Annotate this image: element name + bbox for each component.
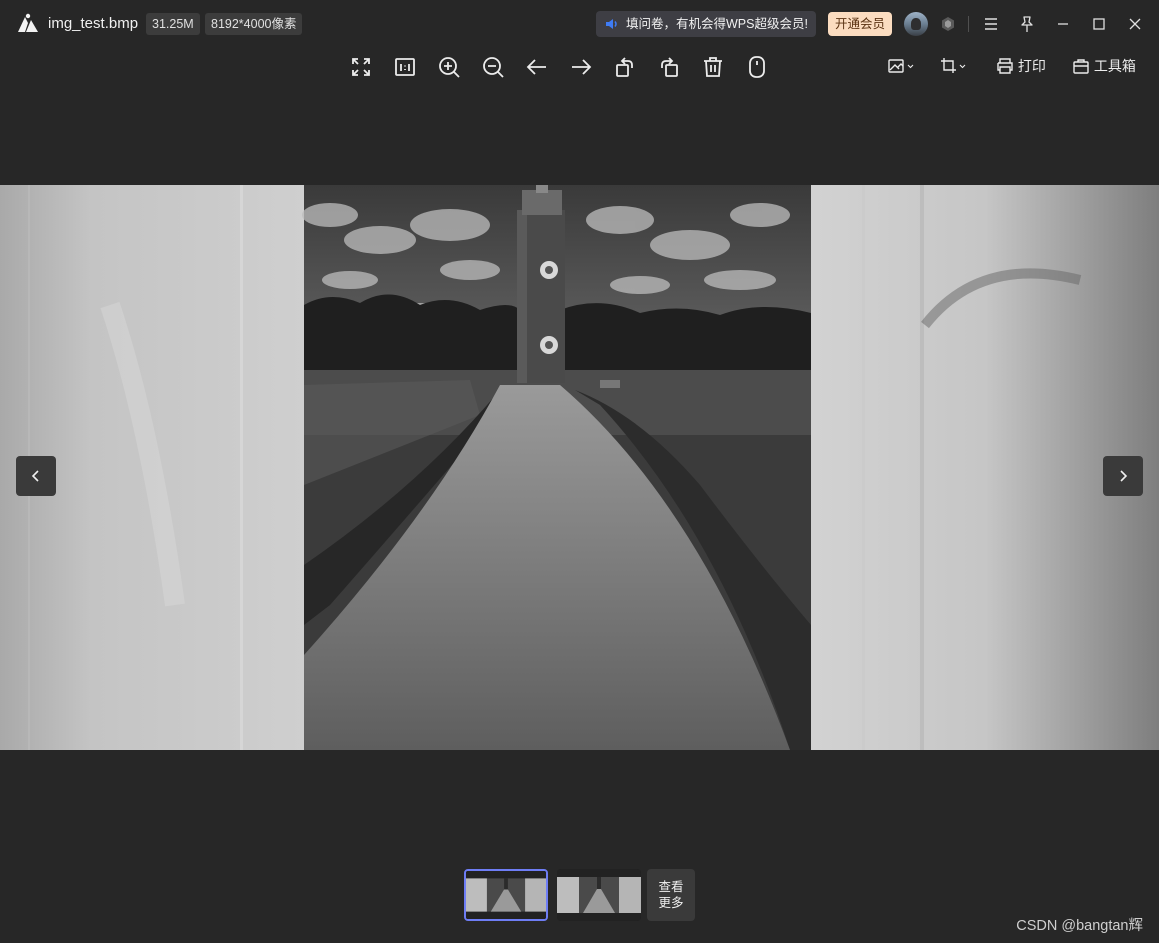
printer-icon [997,58,1013,74]
image-edit-dropdown[interactable] [888,56,916,76]
image-canvas[interactable] [0,185,1159,750]
speaker-icon [606,19,617,29]
title-bar[interactable]: img_test.bmp 31.25M 8192*4000像素 填问卷，有机会得… [0,0,1159,48]
delete-button[interactable] [700,54,726,80]
displayed-photo [0,185,1159,750]
image-toolbar: 打印 工具箱 [0,48,1159,84]
view-more-label-line1: 查看 [658,880,684,894]
app-logo-icon [18,13,38,32]
crop-dropdown[interactable] [940,56,968,76]
toolbox-button[interactable]: 工具箱 [1072,56,1136,76]
thumbnail-1[interactable] [464,869,548,921]
next-image-button[interactable] [568,54,594,80]
hexagon-icon[interactable] [940,16,956,32]
minimize-icon[interactable] [1053,14,1073,34]
print-button[interactable]: 打印 [996,56,1046,76]
survey-promo-banner[interactable]: 填问卷，有机会得WPS超级会员! [596,11,816,37]
file-name: img_test.bmp [48,15,139,32]
mouse-icon [749,56,765,78]
maximize-icon[interactable] [1089,14,1109,34]
chevron-left-icon [31,470,39,482]
pin-icon[interactable] [1017,14,1037,34]
thumbnail-2[interactable] [557,869,641,921]
image-dimensions-badge: 8192*4000像素 [205,13,303,35]
image-viewer-window: img_test.bmp 31.25M 8192*4000像素 填问卷，有机会得… [0,0,1159,943]
view-more-button[interactable]: 查看 更多 [647,869,695,921]
zoom-out-icon [483,57,504,78]
rotate-right-button[interactable] [656,54,682,80]
crop-icon [941,58,966,73]
next-image-nav-button[interactable] [1103,456,1143,496]
zoom-in-icon [439,57,460,78]
actual-size-button[interactable] [392,54,418,80]
previous-arrow-icon [526,59,546,75]
user-avatar[interactable] [904,12,928,36]
rotate-left-button[interactable] [612,54,638,80]
actual-size-icon [395,58,415,76]
fullscreen-button[interactable] [348,54,374,80]
close-icon[interactable] [1125,14,1145,34]
print-label: 打印 [1017,58,1046,74]
rotate-right-icon [661,57,678,77]
thumbnail-1-image [466,871,546,919]
chevron-right-icon [1120,470,1128,482]
titlebar-divider [968,16,969,32]
previous-image-button[interactable] [524,54,550,80]
toolbox-label: 工具箱 [1093,58,1136,74]
delete-icon [704,57,722,77]
image-edit-icon [888,59,914,73]
open-vip-button[interactable]: 开通会员 [828,12,892,36]
rotate-left-icon [616,57,633,77]
file-size-badge: 31.25M [146,13,200,35]
previous-image-nav-button[interactable] [16,456,56,496]
thumbnail-strip: 查看 更多 [0,866,1159,926]
mouse-mode-button[interactable] [744,54,770,80]
watermark-text: CSDN @bangtan辉 [1016,918,1143,934]
zoom-in-button[interactable] [436,54,462,80]
thumbnail-2-image [557,869,641,921]
promo-text: 填问卷，有机会得WPS超级会员! [626,17,808,31]
menu-icon[interactable] [981,14,1001,34]
view-more-label-line2: 更多 [658,896,684,910]
next-arrow-icon [572,59,592,75]
zoom-out-button[interactable] [480,54,506,80]
toolbox-icon [1073,59,1089,74]
fullscreen-icon [352,58,370,76]
